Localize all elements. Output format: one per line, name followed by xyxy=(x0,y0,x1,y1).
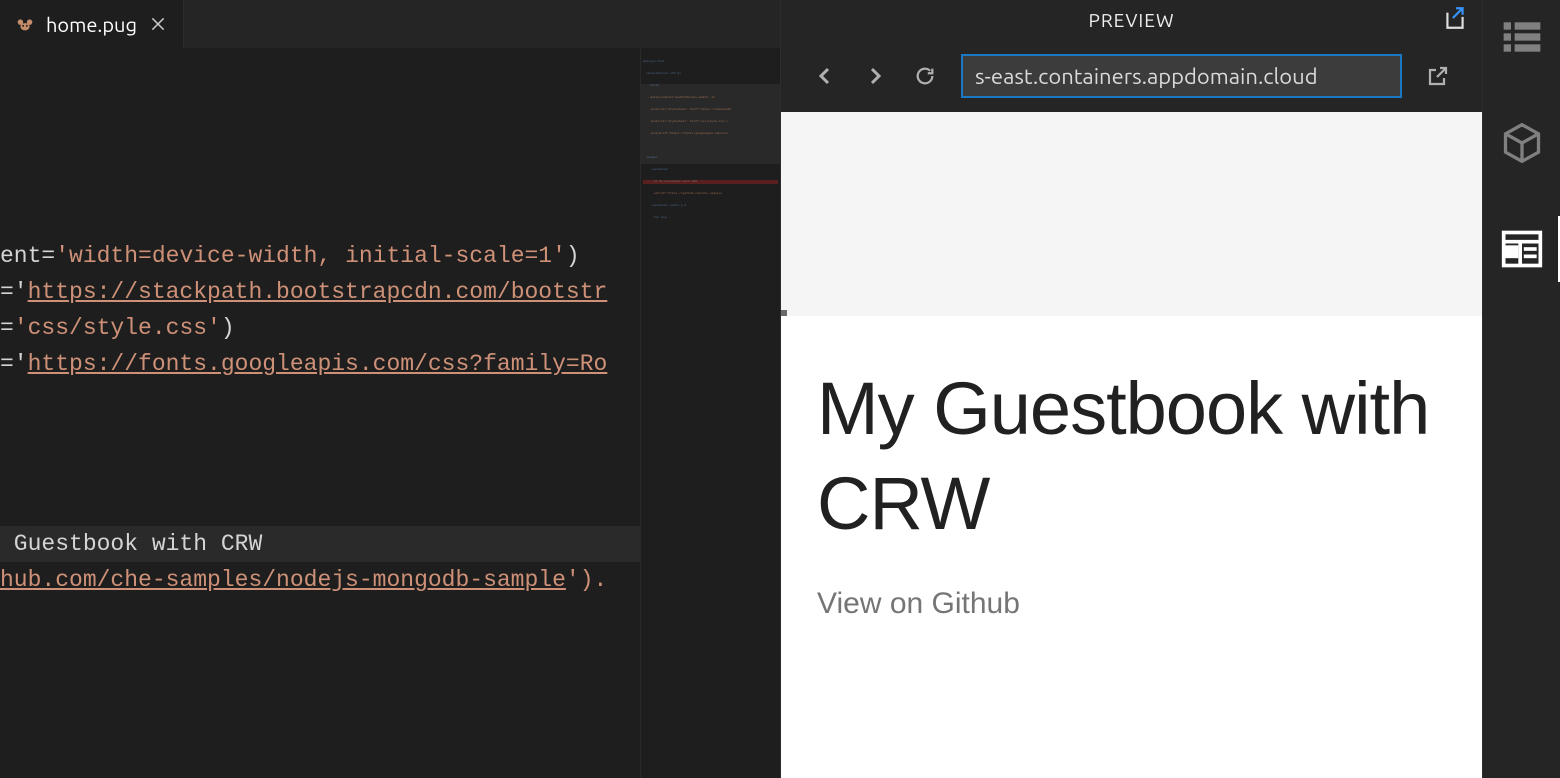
activity-cube-3d[interactable] xyxy=(1497,118,1547,168)
minimap[interactable]: doctype html meta(charset utf-8) title m… xyxy=(640,48,780,778)
github-link[interactable]: View on Github xyxy=(817,587,1446,621)
activity-bar xyxy=(1482,0,1560,778)
minimap-viewport[interactable] xyxy=(641,84,780,164)
editor-body[interactable]: ent='width=device-width, initial-scale=1… xyxy=(0,48,780,778)
preview-content[interactable]: My Guestbook with CRW View on Github xyxy=(781,112,1482,778)
forward-button[interactable] xyxy=(861,62,889,90)
preview-page: My Guestbook with CRW View on Github xyxy=(781,316,1482,778)
back-button[interactable] xyxy=(811,62,839,90)
url-text: s-east.containers.appdomain.cloud xyxy=(975,64,1318,89)
pug-file-icon xyxy=(14,13,36,35)
open-file-icon[interactable] xyxy=(1442,5,1468,35)
code-line[interactable]: ='https://stackpath.bootstrapcdn.com/boo… xyxy=(0,274,640,310)
page-heading: My Guestbook with CRW xyxy=(817,362,1446,551)
refresh-button[interactable] xyxy=(911,62,939,90)
code-line[interactable]: Guestbook with CRW xyxy=(0,526,640,562)
activity-preview-pane[interactable] xyxy=(1497,224,1547,274)
tab-filename: home.pug xyxy=(46,13,137,36)
code-line[interactable]: ='https://fonts.googleapis.com/css?famil… xyxy=(0,346,640,382)
preview-header: PREVIEW xyxy=(781,0,1482,40)
code-line[interactable] xyxy=(0,382,640,418)
preview-title: PREVIEW xyxy=(1088,9,1174,31)
code-line[interactable] xyxy=(0,454,640,490)
editor-tab-home-pug[interactable]: home.pug xyxy=(0,0,184,48)
preview-toolbar: s-east.containers.appdomain.cloud xyxy=(781,40,1482,112)
code-line[interactable] xyxy=(0,490,640,526)
preview-panel: PREVIEW s-east.containers.appdomain.clou… xyxy=(780,0,1482,778)
open-external-button[interactable] xyxy=(1424,62,1452,90)
editor-panel: home.pug ent='width=device-width, initia… xyxy=(0,0,780,778)
code-line[interactable]: ='css/style.css') xyxy=(0,310,640,346)
tab-bar: home.pug xyxy=(0,0,780,48)
code-line[interactable] xyxy=(0,418,640,454)
code-line[interactable]: hub.com/che-samples/nodejs-mongodb-sampl… xyxy=(0,562,640,598)
activity-list-view[interactable] xyxy=(1497,12,1547,62)
url-bar[interactable]: s-east.containers.appdomain.cloud xyxy=(961,54,1402,98)
code-line[interactable]: ent='width=device-width, initial-scale=1… xyxy=(0,238,640,274)
close-icon[interactable] xyxy=(147,13,169,35)
code-area[interactable]: ent='width=device-width, initial-scale=1… xyxy=(0,48,640,778)
main-area: home.pug ent='width=device-width, initia… xyxy=(0,0,1482,778)
